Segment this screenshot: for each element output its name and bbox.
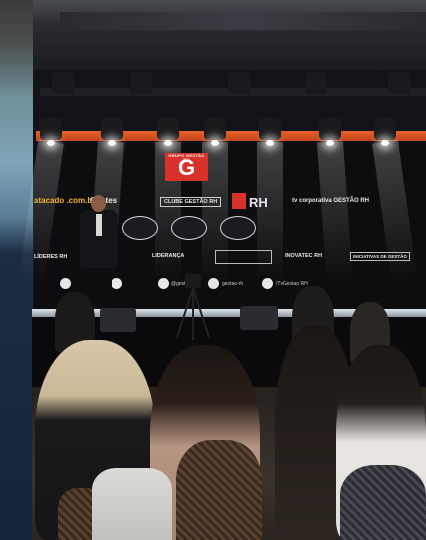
spotlight <box>157 118 179 140</box>
main-logo-caption: GRUPO GESTÃO RH <box>168 153 205 162</box>
event-photo: GRUPO GESTÃO RH G atacado .com.br Gentes… <box>0 0 426 540</box>
sponsor-logo: atacado .com.br <box>34 196 96 205</box>
camera <box>185 274 201 288</box>
sponsor-logo: LIDERANÇA <box>152 253 185 259</box>
spotlight <box>40 118 62 140</box>
stage-light-fixture <box>388 72 410 94</box>
lamp-glow <box>211 140 219 146</box>
twitter-icon <box>111 278 122 289</box>
stage-light-fixture <box>52 72 74 94</box>
youtube-icon <box>262 278 273 289</box>
spotlight <box>374 118 396 140</box>
stage-light-fixture <box>130 72 152 94</box>
lamp-glow <box>381 140 389 146</box>
speaker-shirt <box>96 214 102 236</box>
social-handle: gestao-rh <box>222 281 244 287</box>
stage-monitor <box>100 308 136 332</box>
stage-light-fixture <box>305 72 327 94</box>
lamp-glow <box>47 140 55 146</box>
linkedin-icon <box>208 278 219 289</box>
speaker-head <box>91 195 106 212</box>
ceiling-beam <box>60 12 426 30</box>
lamp-glow <box>164 140 172 146</box>
sponsor-logo: CLUBE GESTÃO RH <box>160 197 222 207</box>
award-seal <box>171 216 207 240</box>
stage-monitor <box>240 306 278 330</box>
lamp-glow <box>266 140 274 146</box>
lamp-glow <box>108 140 116 146</box>
instagram-icon <box>158 278 169 289</box>
orange-light-truss <box>36 131 426 141</box>
rh-logo-mark <box>232 193 246 209</box>
spotlight <box>204 118 226 140</box>
award-seal <box>220 216 256 240</box>
white-jacket <box>92 468 172 540</box>
spotlight <box>101 118 123 140</box>
stage-light-fixture <box>228 72 250 94</box>
sponsor-logo: INOVATEC RH <box>285 253 323 259</box>
rattan-chair <box>176 440 262 540</box>
award-seal <box>122 216 158 240</box>
sponsor-logo-box <box>215 250 272 264</box>
rattan-chair <box>340 465 426 540</box>
social-handle: /TvGestao RH <box>276 281 308 287</box>
ceiling <box>33 0 426 70</box>
spotlight <box>259 118 281 140</box>
sponsor-logo: tv corporativa GESTÃO RH <box>292 198 370 204</box>
facebook-icon <box>60 278 71 289</box>
lamp-glow <box>326 140 334 146</box>
sponsor-logo: INICIATIVAS DE GESTÃO <box>350 252 410 261</box>
sponsor-logo: RH <box>249 195 268 210</box>
sponsor-logo: LÍDERES RH <box>34 254 68 260</box>
main-event-logo: GRUPO GESTÃO RH G <box>165 153 208 181</box>
spotlight <box>319 118 341 140</box>
